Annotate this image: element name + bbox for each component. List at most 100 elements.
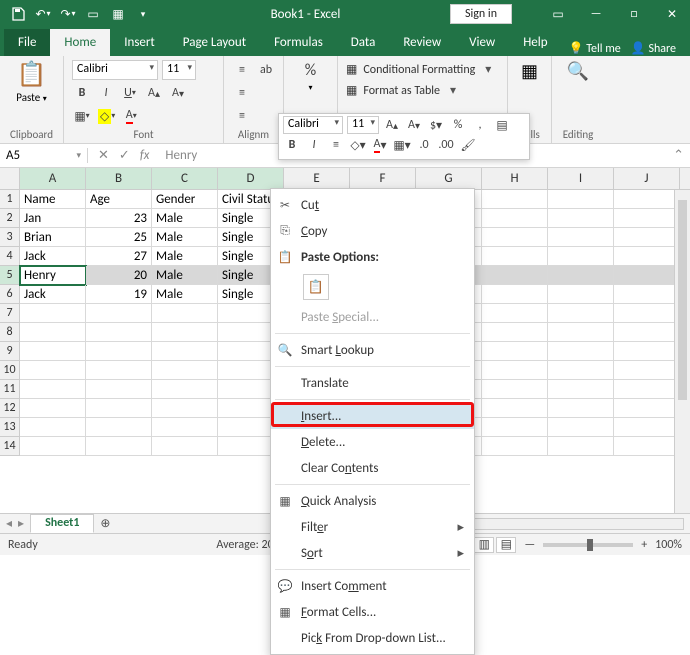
format-as-table-button[interactable]: ▦Format as Table [346,81,499,100]
col-header[interactable]: D [218,168,284,189]
tab-data[interactable]: Data [337,29,390,56]
ctx-insert-comment[interactable]: 💬Insert Comment [271,573,474,599]
sheet-tab[interactable]: Sheet1 [30,514,94,533]
fx-icon[interactable]: fx [140,148,150,163]
italic-button[interactable]: I [96,83,116,103]
select-all-button[interactable] [0,168,20,190]
increase-font-icon[interactable]: A▴ [144,83,164,103]
signin-button[interactable]: Sign in [450,4,512,24]
next-sheet-icon[interactable]: ▸ [18,516,24,531]
row-header[interactable]: 12 [0,399,19,418]
col-header[interactable]: H [482,168,548,189]
cell[interactable]: Name [20,190,86,209]
italic-button[interactable]: I [305,136,323,154]
align-middle-icon[interactable]: ≡ [232,83,252,103]
row-header[interactable]: 11 [0,380,19,399]
tab-formulas[interactable]: Formulas [260,29,337,56]
prev-sheet-icon[interactable]: ◂ [6,516,12,531]
ctx-pick-from-list[interactable]: Pick From Drop-down List... [271,625,474,651]
undo-icon[interactable]: ↶▾ [31,3,55,25]
mini-size-select[interactable]: 11 [347,116,379,134]
bold-button[interactable]: B [72,83,92,103]
col-header[interactable]: E [284,168,350,189]
ctx-delete[interactable]: Delete... [271,429,474,455]
row-header[interactable]: 3 [0,228,19,247]
font-color-button[interactable]: A▾ [121,106,141,126]
decrease-font-icon[interactable]: A▾ [405,116,423,134]
new-sheet-button[interactable]: ⊕ [94,516,116,531]
format-painter-icon[interactable]: 🖌 [459,136,477,154]
qat-icon[interactable]: ▦ [106,3,130,25]
bold-button[interactable]: B [283,136,301,154]
expand-formula-icon[interactable]: ⌃ [667,148,690,163]
col-header[interactable]: J [614,168,680,189]
editing-icon[interactable]: 🔍 [560,60,596,82]
decrease-font-icon[interactable]: A▾ [168,83,188,103]
tell-me[interactable]: 💡 Tell me [569,41,621,56]
vertical-scrollbar[interactable] [674,190,690,513]
underline-button[interactable]: U▾ [120,83,140,103]
row-header[interactable]: 4 [0,247,19,266]
qat-icon[interactable]: ▭ [81,3,105,25]
comma-icon[interactable]: , [471,116,489,134]
decimal-dec-icon[interactable]: .00 [437,136,455,154]
align-bottom-icon[interactable]: ≡ [232,106,252,126]
col-header[interactable]: I [548,168,614,189]
conditional-formatting-button[interactable]: ▦Conditional Formatting [346,60,499,79]
ctx-clear-contents[interactable]: Clear Contents [271,455,474,481]
ctx-insert[interactable]: Insert... [271,403,474,429]
tab-view[interactable]: View [455,29,509,56]
fill-color-icon[interactable]: ◇▾ [349,136,367,154]
maximize-icon[interactable]: □ [616,0,652,28]
tab-file[interactable]: File [4,29,50,56]
cell[interactable]: Age [86,190,152,209]
column-headers[interactable]: A B C D E F G H I J [20,168,690,190]
save-icon[interactable] [6,3,30,25]
font-color-icon[interactable]: A▾ [371,136,389,154]
tab-home[interactable]: Home [50,29,110,56]
borders-button[interactable]: ▦▾ [72,106,92,126]
ctx-translate[interactable]: Translate [271,370,474,396]
ctx-quick-analysis[interactable]: ▦Quick Analysis [271,488,474,514]
ctx-format-cells[interactable]: ▦Format Cells... [271,599,474,625]
name-box[interactable]: A5▾ [0,148,88,163]
ctx-cut[interactable]: ✂Cut [271,192,474,218]
cancel-icon[interactable]: ✕ [98,148,109,163]
row-header[interactable]: 2 [0,209,19,228]
percent-icon[interactable]: % [449,116,467,134]
ribbon-display-icon[interactable]: ▭ [540,0,576,28]
borders-icon[interactable]: ▦▾ [393,136,411,154]
tab-page-layout[interactable]: Page Layout [169,29,260,56]
row-header[interactable]: 14 [0,437,19,456]
ctx-filter[interactable]: Filter▸ [271,514,474,540]
row-header[interactable]: 13 [0,418,19,437]
page-layout-view-icon[interactable]: ▥ [474,537,494,553]
cell[interactable]: Gender [152,190,218,209]
zoom-in-button[interactable]: + [641,538,647,552]
row-header[interactable]: 7 [0,304,19,323]
col-header[interactable]: F [350,168,416,189]
accounting-icon[interactable]: $▾ [427,116,445,134]
close-icon[interactable]: ✕ [654,0,690,28]
zoom-out-button[interactable]: — [524,538,535,552]
row-header[interactable]: 6 [0,285,19,304]
font-size-select[interactable]: 11 [162,60,196,80]
row-header[interactable]: 10 [0,361,19,380]
sheet-nav[interactable]: ◂▸ [0,516,30,531]
paste-option-icon[interactable]: 📋 [303,274,329,300]
share-button[interactable]: 👤 Share [631,41,676,56]
paste-button[interactable]: Paste ▾ [16,91,46,104]
paste-icon[interactable]: 📋 [17,60,47,89]
redo-icon[interactable]: ↷▾ [56,3,80,25]
minimize-icon[interactable]: — [578,0,614,28]
col-header[interactable]: A [20,168,86,189]
percent-icon[interactable]: % [301,60,321,80]
decimal-inc-icon[interactable]: .0 [415,136,433,154]
zoom-thumb[interactable] [587,539,593,551]
increase-font-icon[interactable]: A▴ [383,116,401,134]
ctx-sort[interactable]: Sort▸ [271,540,474,566]
wrap-text-icon[interactable]: ab [256,60,276,80]
scrollbar-thumb[interactable] [678,200,687,400]
row-header[interactable]: 5 [0,266,19,285]
fill-color-button[interactable]: ◇▾ [96,106,117,126]
